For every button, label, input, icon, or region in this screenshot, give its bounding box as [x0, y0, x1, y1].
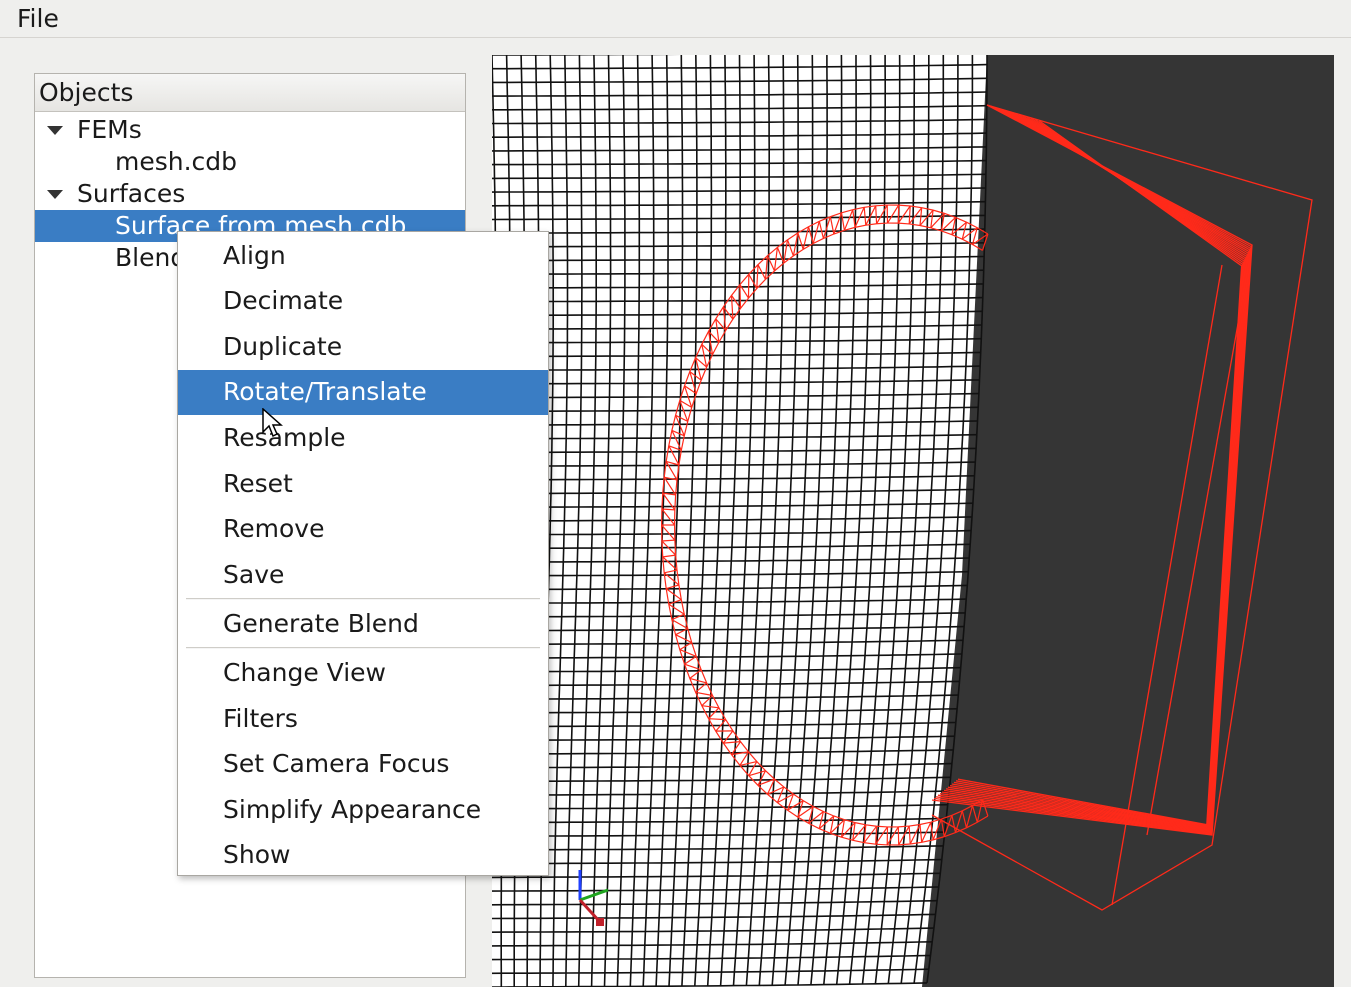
file-menu[interactable]: File — [17, 4, 59, 34]
menu-item-label: Rotate/Translate — [223, 377, 427, 406]
menu-item-label: Simplify Appearance — [223, 795, 482, 824]
menu-item-label: Reset — [223, 469, 293, 498]
menu-item-label: Filters — [223, 704, 298, 733]
tree-item-label: mesh.cdb — [115, 147, 238, 176]
context-menu: Align Decimate Duplicate Rotate/Translat… — [177, 231, 549, 876]
menu-item-generate-blend[interactable]: Generate Blend — [178, 602, 548, 647]
menu-item-set-camera-focus[interactable]: Set Camera Focus — [178, 742, 548, 787]
menu-item-remove[interactable]: Remove — [178, 507, 548, 552]
tree-item-label: FEMs — [77, 115, 142, 144]
menu-item-duplicate[interactable]: Duplicate — [178, 325, 548, 370]
expand-arrow-icon[interactable] — [47, 190, 63, 199]
mouse-pointer-icon — [262, 408, 283, 438]
menu-item-label: Duplicate — [223, 332, 343, 361]
tree-item-label: Surfaces — [77, 179, 186, 208]
menu-bar: File — [0, 0, 1351, 38]
menu-item-label: Remove — [223, 514, 325, 543]
objects-panel-header: Objects — [35, 74, 465, 112]
menu-item-label: Generate Blend — [223, 609, 419, 638]
menu-item-simplify-appearance[interactable]: Simplify Appearance — [178, 788, 548, 833]
menu-item-save[interactable]: Save — [178, 553, 548, 598]
expand-arrow-icon[interactable] — [47, 126, 63, 135]
menu-item-filters[interactable]: Filters — [178, 697, 548, 742]
menu-item-label: Resample — [223, 423, 346, 452]
menu-item-label: Set Camera Focus — [223, 749, 450, 778]
menu-item-label: Change View — [223, 658, 386, 687]
3d-viewport[interactable] — [492, 55, 1334, 987]
menu-item-label: Show — [223, 840, 291, 869]
menu-item-resample[interactable]: Resample — [178, 416, 548, 461]
menu-item-reset[interactable]: Reset — [178, 462, 548, 507]
tree-item-label: Blend — [115, 243, 187, 272]
menu-item-decimate[interactable]: Decimate — [178, 279, 548, 324]
scene-render — [492, 55, 1334, 987]
menu-item-label: Align — [223, 241, 286, 270]
menu-separator — [186, 598, 540, 600]
menu-item-change-view[interactable]: Change View — [178, 651, 548, 696]
menu-item-align[interactable]: Align — [178, 234, 548, 279]
tree-item-mesh[interactable]: mesh.cdb — [35, 146, 465, 178]
menu-item-label: Decimate — [223, 286, 344, 315]
dark-solid — [922, 55, 1334, 987]
mesh-wireframe — [492, 55, 988, 987]
tree-item-fems[interactable]: FEMs — [35, 114, 465, 146]
menu-item-rotate-translate[interactable]: Rotate/Translate — [178, 370, 548, 415]
menu-item-label: Save — [223, 560, 285, 589]
objects-header-label: Objects — [39, 78, 134, 107]
tree-item-surfaces[interactable]: Surfaces — [35, 178, 465, 210]
menu-item-show[interactable]: Show — [178, 833, 548, 878]
menu-separator — [186, 647, 540, 649]
